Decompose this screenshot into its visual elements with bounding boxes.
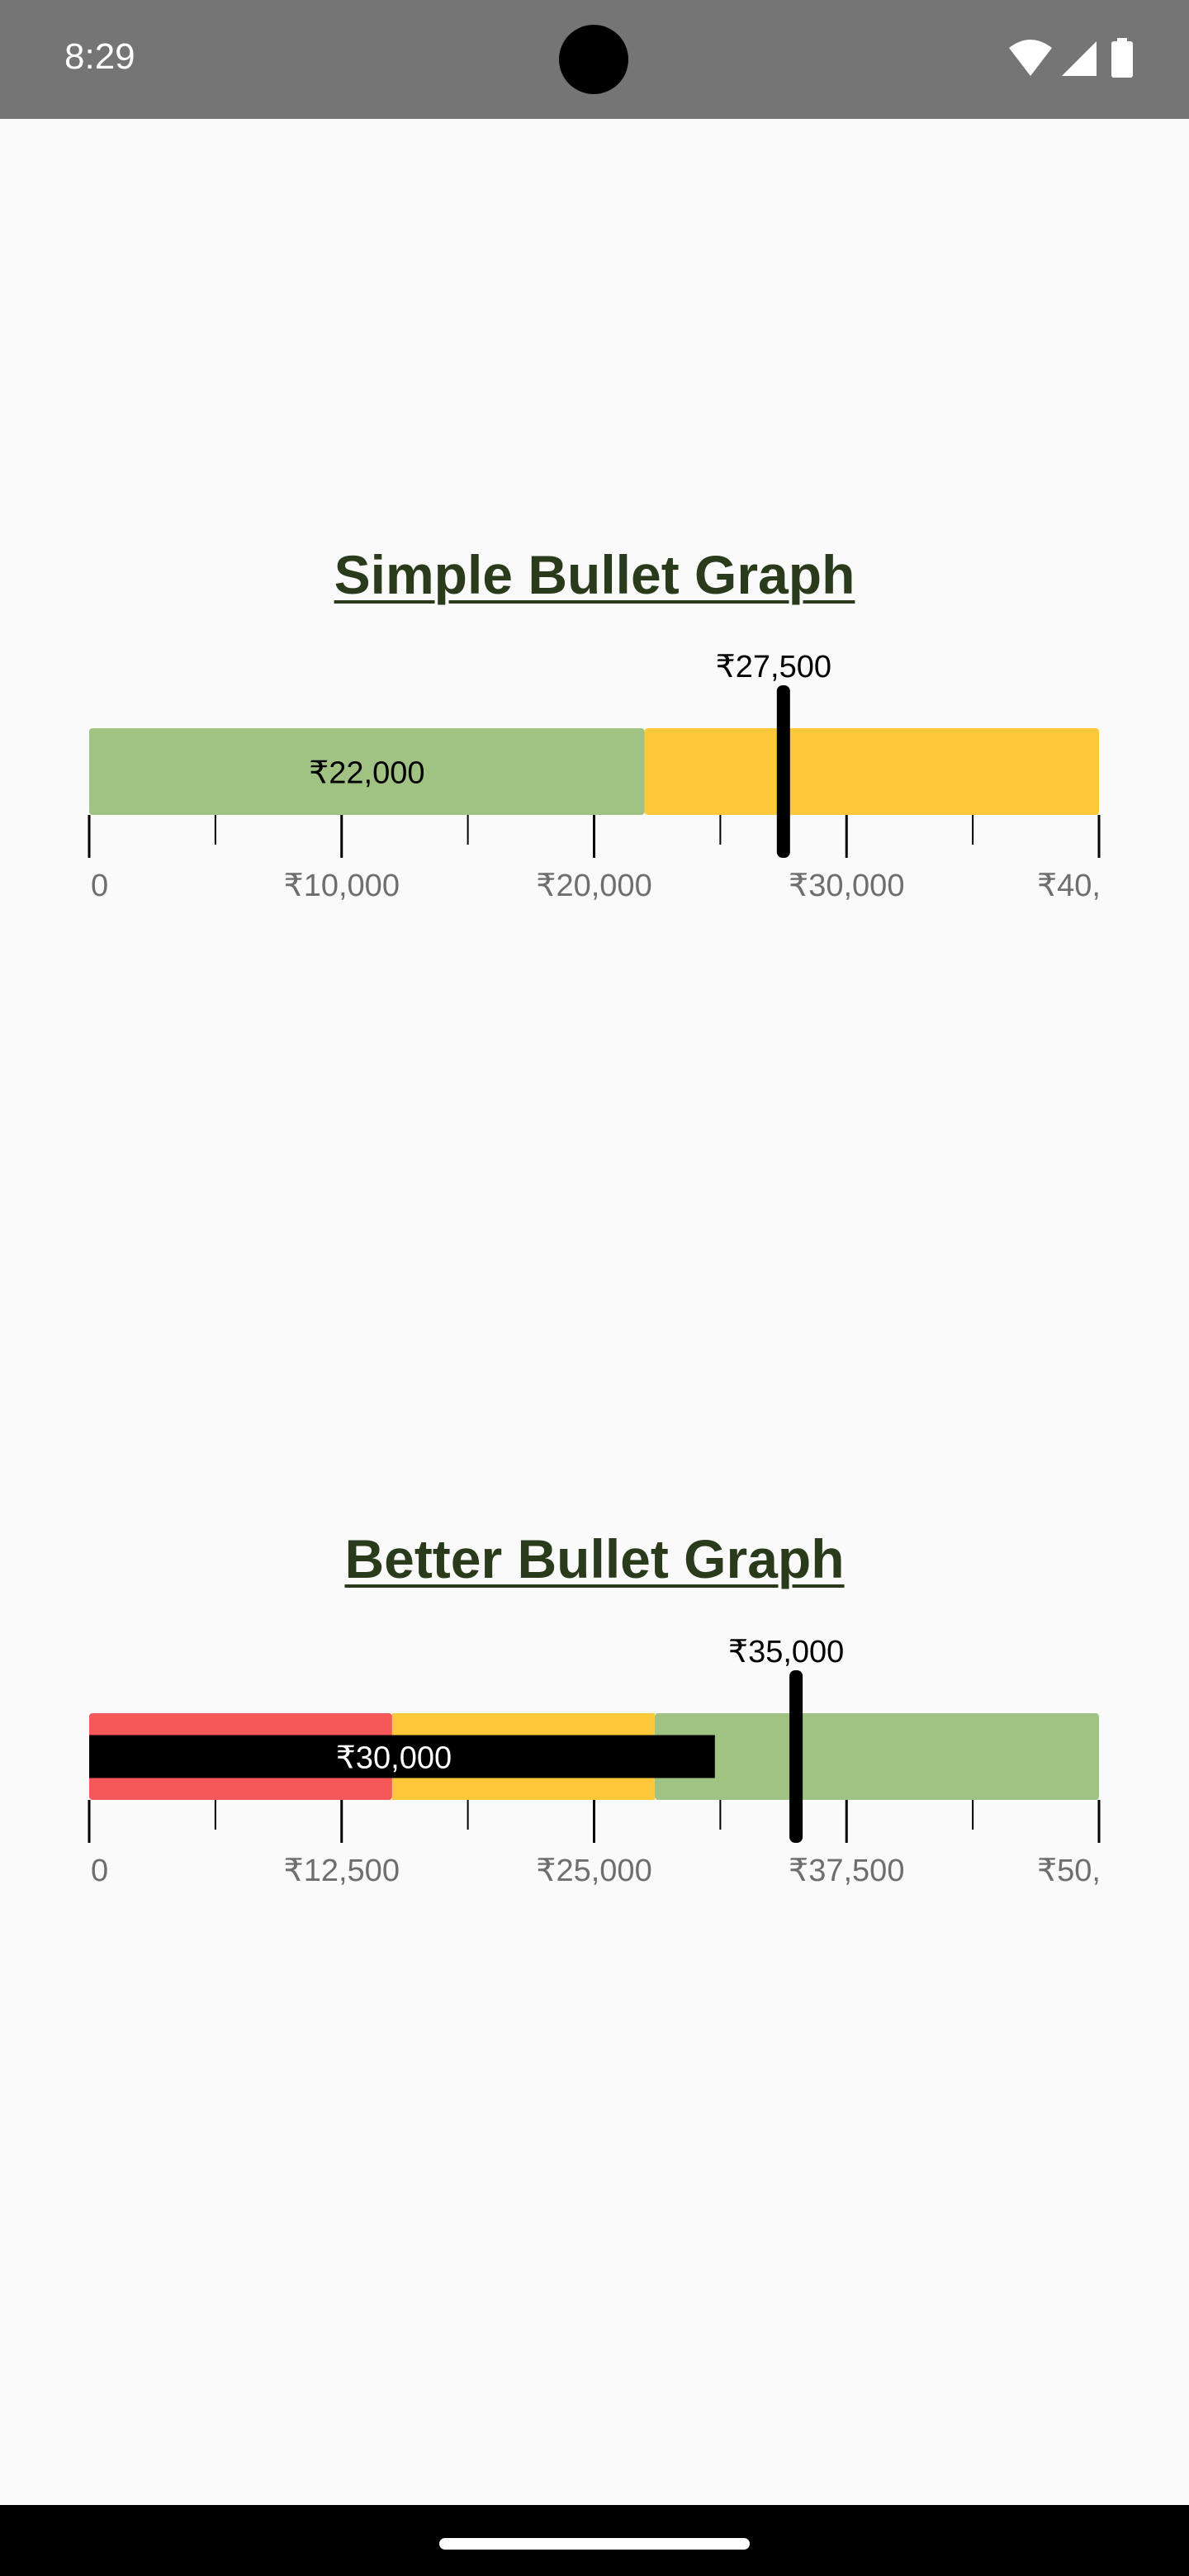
signal-icon bbox=[1062, 41, 1097, 76]
tick-label: ₹37,500 bbox=[789, 1854, 904, 1888]
range-band bbox=[644, 728, 1099, 815]
range-band bbox=[654, 1713, 1099, 1800]
tick-label: ₹10,000 bbox=[284, 869, 400, 903]
tick-label: ₹25,000 bbox=[536, 1854, 651, 1888]
status-icons bbox=[1007, 38, 1148, 79]
better-bullet-graph: ₹30,000 0 ₹12,500 ₹25,000 ₹37,500 ₹50, ₹35,000 bbox=[88, 1635, 1101, 1888]
measure-value-label: ₹30,000 bbox=[336, 1741, 452, 1776]
chart-title-better: Better Bullet Graph bbox=[344, 1528, 845, 1589]
simple-bullet-graph: ₹22,000 0 ₹10,000 ₹20,000 ₹30,000 ₹40, ₹27,500 bbox=[88, 650, 1101, 903]
tick-label: ₹12,500 bbox=[284, 1854, 400, 1888]
target-value-label: ₹27,500 bbox=[716, 650, 831, 684]
battery-icon bbox=[1111, 38, 1133, 78]
status-bar: 8:29 bbox=[0, 0, 1189, 119]
wifi-icon bbox=[1009, 40, 1052, 76]
tick-label: ₹30,000 bbox=[789, 869, 904, 903]
navigation-bar bbox=[0, 2505, 1189, 2576]
tick-label: ₹50, bbox=[1037, 1854, 1101, 1888]
tick-label: ₹20,000 bbox=[536, 869, 651, 903]
tick-label: 0 bbox=[91, 1854, 108, 1888]
home-gesture-handle[interactable] bbox=[439, 2538, 750, 2550]
chart-title-simple: Simple Bullet Graph bbox=[334, 544, 855, 605]
range-value-label: ₹22,000 bbox=[309, 756, 424, 791]
tick-label: ₹40, bbox=[1037, 869, 1101, 903]
tick-label: 0 bbox=[91, 869, 108, 903]
camera-cutout bbox=[559, 25, 628, 94]
target-marker bbox=[789, 1670, 803, 1843]
target-value-label: ₹35,000 bbox=[728, 1635, 844, 1669]
target-marker bbox=[776, 685, 790, 858]
status-time: 8:29 bbox=[64, 36, 135, 77]
